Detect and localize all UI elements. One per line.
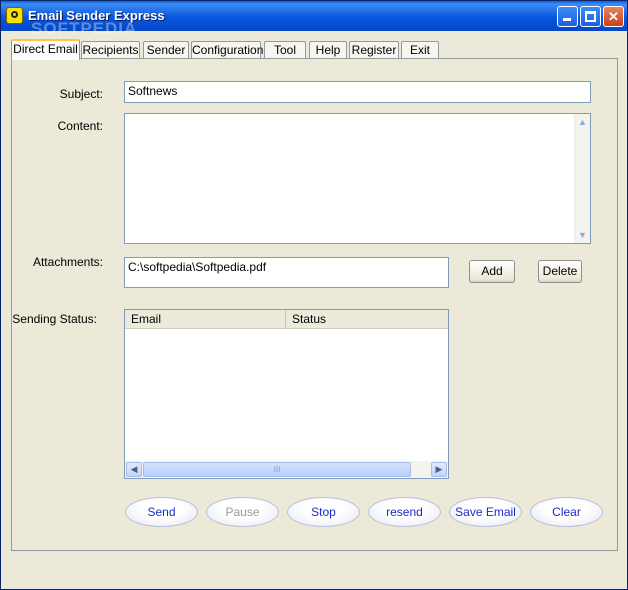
minimize-icon [563, 18, 571, 21]
column-header-email[interactable]: Email [125, 310, 286, 328]
stop-button[interactable]: Stop [287, 497, 360, 527]
maximize-button[interactable] [580, 6, 601, 27]
app-logo-icon [6, 7, 23, 24]
send-button[interactable]: Send [125, 497, 198, 527]
add-attachment-button[interactable]: Add [469, 260, 515, 283]
content-label: Content: [57, 119, 103, 133]
scroll-left-icon[interactable]: ◀ [126, 462, 142, 477]
tab-tool[interactable]: Tool [264, 41, 306, 59]
content-textarea[interactable]: ▲ ▼ [124, 113, 591, 244]
save-email-button[interactable]: Save Email [449, 497, 522, 527]
scroll-up-icon[interactable]: ▲ [575, 114, 590, 130]
main-window: Email Sender Express SOFTPEDIA ✕ Direct … [0, 0, 628, 590]
delete-attachment-button[interactable]: Delete [538, 260, 582, 283]
scroll-right-icon[interactable]: ▶ [431, 462, 447, 477]
sending-status-table[interactable]: Email Status ◀ III ▶ [124, 309, 449, 479]
sending-status-label: Sending Status: [12, 312, 97, 326]
clear-button[interactable]: Clear [530, 497, 603, 527]
title-bar[interactable]: Email Sender Express SOFTPEDIA ✕ [1, 1, 627, 38]
tab-direct-email[interactable]: Direct Email [11, 39, 80, 60]
column-header-status[interactable]: Status [286, 310, 448, 328]
resend-button[interactable]: resend [368, 497, 441, 527]
close-icon: ✕ [608, 9, 619, 24]
minimize-button[interactable] [557, 6, 578, 27]
close-button[interactable]: ✕ [603, 6, 624, 27]
table-header: Email Status [125, 310, 448, 329]
subject-input[interactable]: Softnews [124, 81, 591, 103]
tab-exit[interactable]: Exit [401, 41, 439, 59]
tab-recipients[interactable]: Recipients [81, 41, 140, 59]
attachments-label: Attachments: [32, 255, 103, 269]
tab-register[interactable]: Register [349, 41, 399, 59]
maximize-icon [585, 11, 596, 22]
content-scrollbar[interactable]: ▲ ▼ [574, 114, 590, 243]
scroll-down-icon[interactable]: ▼ [575, 227, 590, 243]
attachments-field[interactable]: C:\softpedia\Softpedia.pdf [124, 257, 449, 288]
tab-help[interactable]: Help [309, 41, 347, 59]
scroll-thumb[interactable]: III [143, 462, 411, 477]
table-horizontal-scrollbar[interactable]: ◀ III ▶ [125, 461, 448, 478]
tab-sender[interactable]: Sender [143, 41, 189, 59]
softpedia-watermark: SOFTPEDIA [31, 19, 138, 38]
pause-button[interactable]: Pause [206, 497, 279, 527]
subject-label: Subject: [59, 87, 103, 101]
tab-configuration[interactable]: Configuration [191, 41, 263, 59]
